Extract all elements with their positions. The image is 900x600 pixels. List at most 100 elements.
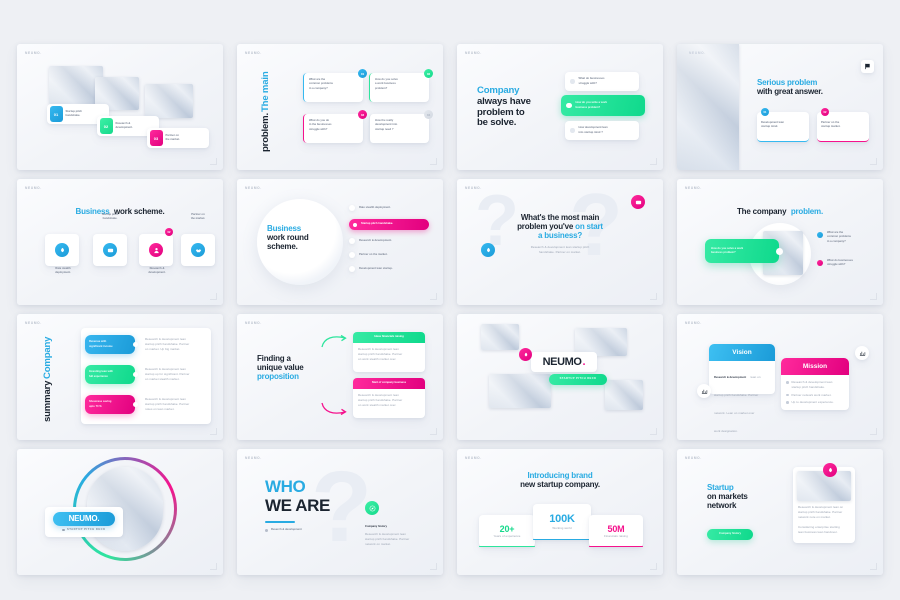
- problem-row-2[interactable]: What do businesses struggle with?: [817, 259, 853, 268]
- rocket-icon: [55, 243, 69, 257]
- slide-thumbnail-12[interactable]: NEUMO. Vision Research & development lea…: [677, 314, 883, 440]
- scheme-row-3[interactable]: Research & development.: [349, 238, 429, 244]
- stat-card-2[interactable]: 100K Working world: [533, 504, 591, 540]
- answer-row-3[interactable]: How development lean into startup mind ?: [565, 121, 639, 140]
- slide-thumbnail-16[interactable]: NEUMO. Startup on markets network Compan…: [677, 449, 883, 575]
- summary-pill-3[interactable]: Showcase saving upto 70 %: [85, 395, 138, 414]
- bullet-icon: [62, 528, 65, 532]
- question-card-4[interactable]: How the really development into startup …: [369, 110, 433, 143]
- slide-logo: NEUMO.: [689, 51, 706, 55]
- step-card-1[interactable]: [45, 234, 79, 266]
- scheme-text: Partner on the market.: [359, 252, 388, 256]
- value-card-2[interactable]: Start of company business Research & dev…: [353, 378, 425, 418]
- vision-head: Vision: [732, 349, 752, 356]
- history-pill[interactable]: Company history: [707, 529, 753, 540]
- stat-card-1[interactable]: 20+ Years of experience: [479, 515, 535, 547]
- rocket-icon[interactable]: [823, 463, 837, 477]
- slide-thumbnail-9[interactable]: NEUMO. summary Company Revenue with sign…: [17, 314, 223, 440]
- slide-thumbnail-10[interactable]: NEUMO. Finding a unique value propositio…: [237, 314, 443, 440]
- slide-logo: NEUMO.: [245, 321, 262, 325]
- corner-mark: [210, 428, 217, 435]
- summary-body-3: Research & development lean startup pitc…: [145, 397, 190, 411]
- who-line-2: WE ARE: [265, 496, 330, 516]
- feature-label: Partner on the market.: [165, 133, 180, 141]
- title-underline: [265, 521, 295, 523]
- slide-thumbnail-1[interactable]: NEUMO. 01 Startup pitch handshake. 02 Re…: [17, 44, 223, 170]
- summary-pill-2[interactable]: Investing lean with full experience: [85, 365, 138, 384]
- rocket-icon[interactable]: [519, 348, 532, 361]
- scheme-row-5[interactable]: Development lean startup.: [349, 266, 429, 272]
- problem-row-1[interactable]: What are the common problems in a compan…: [817, 231, 851, 244]
- who-tag: Reserch & development: [271, 528, 302, 531]
- answer-row-1[interactable]: What do businesses struggle with?: [565, 72, 639, 91]
- corner-mark: [870, 158, 877, 165]
- value-card-1[interactable]: Ideas financials raising Research & deve…: [353, 332, 425, 372]
- slide-thumbnail-4[interactable]: NEUMO. Serious problem with great answer…: [677, 44, 883, 170]
- scheme-row-1[interactable]: Rate stealth deployment.: [349, 205, 429, 211]
- corner-mark: [650, 293, 657, 300]
- answer-row-2-active[interactable]: How do you write a work business problem…: [561, 95, 645, 116]
- arrow-down-icon: [321, 402, 347, 416]
- slide-thumbnail-5[interactable]: NEUMO. Business work scheme. Rate stealt…: [17, 179, 223, 305]
- answer-card-1[interactable]: 01 Development lean startup mind.: [757, 108, 809, 142]
- mission-bullet-2: Partner network work market.: [786, 393, 844, 398]
- slide-logo: NEUMO.: [245, 186, 262, 190]
- bullet-icon: [570, 79, 575, 84]
- mission-bullet-1: Research & development lean startup pitc…: [786, 380, 844, 390]
- slide-logo: NEUMO.: [25, 186, 42, 190]
- summary-pill-1[interactable]: Revenue with significant income: [85, 335, 138, 354]
- corner-mark: [210, 158, 217, 165]
- answer-number: 02: [821, 108, 829, 116]
- slide-thumbnail-15[interactable]: NEUMO. Introducing brand new startup com…: [457, 449, 663, 575]
- bullet-icon: [570, 128, 575, 133]
- problem-pill[interactable]: How do you solve a work business problem…: [705, 239, 783, 263]
- step-badge: 02: [165, 228, 173, 236]
- feature-card-3[interactable]: 03 Partner on the market.: [147, 128, 209, 148]
- chat-icon: [103, 243, 117, 257]
- arrow-up-icon: [321, 334, 347, 348]
- mission-card[interactable]: Mission Research & development lean star…: [781, 358, 849, 410]
- slide-title-blue: The main: [260, 71, 271, 113]
- slide-thumbnail-13[interactable]: NEUMO. STARTUP PITCH DECK: [17, 449, 223, 575]
- slide-thumbnail-8[interactable]: NEUMO. The company problem. How do you s…: [677, 179, 883, 305]
- question-number: 03: [358, 110, 367, 119]
- wordmark: NEUMO: [542, 355, 582, 368]
- answer-card-2[interactable]: 02 Partner on the startup market.: [817, 108, 869, 142]
- pill-dot-icon: [776, 248, 783, 255]
- slide-thumbnail-14[interactable]: NEUMO. ? WHO WE ARE Reserch & developmen…: [237, 449, 443, 575]
- vision-card[interactable]: Vision Research & development lean on st…: [709, 344, 775, 433]
- chat-icon[interactable]: [631, 195, 645, 209]
- corner-mark: [870, 293, 877, 300]
- question-card-3[interactable]: What do you do in the businesses struggl…: [303, 110, 367, 143]
- stat-label: Years of experience: [493, 533, 521, 538]
- slide-thumbnail-3[interactable]: NEUMO. Company always have problem to be…: [457, 44, 663, 170]
- slide-logo: NEUMO.: [245, 456, 262, 460]
- scheme-row-2-active[interactable]: Startup pitch handshake.: [349, 219, 429, 230]
- wordmark-dot: .: [582, 355, 586, 368]
- scheme-row-4[interactable]: Partner on the market.: [349, 252, 429, 258]
- compass-icon[interactable]: [365, 501, 379, 515]
- side-body: Research & development lean startup pitc…: [365, 532, 410, 546]
- step-card-3[interactable]: 02: [139, 228, 173, 266]
- summary-body-2: Research & development lean startup up f…: [145, 367, 190, 381]
- device-body-1: Research & development lean on startup p…: [798, 505, 844, 519]
- slide-title-dark: always have problem to be solve.: [477, 95, 531, 129]
- stat-card-3[interactable]: 50M Financials raising: [589, 515, 643, 547]
- question-card-2[interactable]: How do you solve a work business problem…: [369, 69, 433, 102]
- slide-thumbnail-6[interactable]: NEUMO. Business work round scheme. Rate …: [237, 179, 443, 305]
- question-card-1[interactable]: What are the common problems in a compan…: [303, 69, 367, 102]
- device-body-2: Considering enterprise starting lean bus…: [798, 525, 840, 534]
- value-card-head-1: Ideas financials raising: [353, 332, 425, 343]
- slide-title-dark: problem.: [260, 113, 271, 152]
- slide-thumbnail-11[interactable]: NEUMO . STARTUP PITCH DECK: [457, 314, 663, 440]
- summary-label: Showcase saving upto 70 %: [89, 400, 112, 408]
- slide-logo: NEUMO.: [685, 186, 702, 190]
- slide-thumbnail-7[interactable]: NEUMO. ? ? What's the most main problem …: [457, 179, 663, 305]
- slide-thumbnail-2[interactable]: NEUMO. problem. The main What are the co…: [237, 44, 443, 170]
- scheme-text: Development lean startup.: [359, 266, 393, 270]
- rocket-icon[interactable]: [481, 243, 495, 257]
- step-card-4[interactable]: [181, 234, 215, 266]
- step-card-2[interactable]: [93, 234, 127, 266]
- slide-title-blue: Introducing brand: [527, 471, 593, 480]
- device-card[interactable]: Research & development lean on startup p…: [793, 467, 855, 543]
